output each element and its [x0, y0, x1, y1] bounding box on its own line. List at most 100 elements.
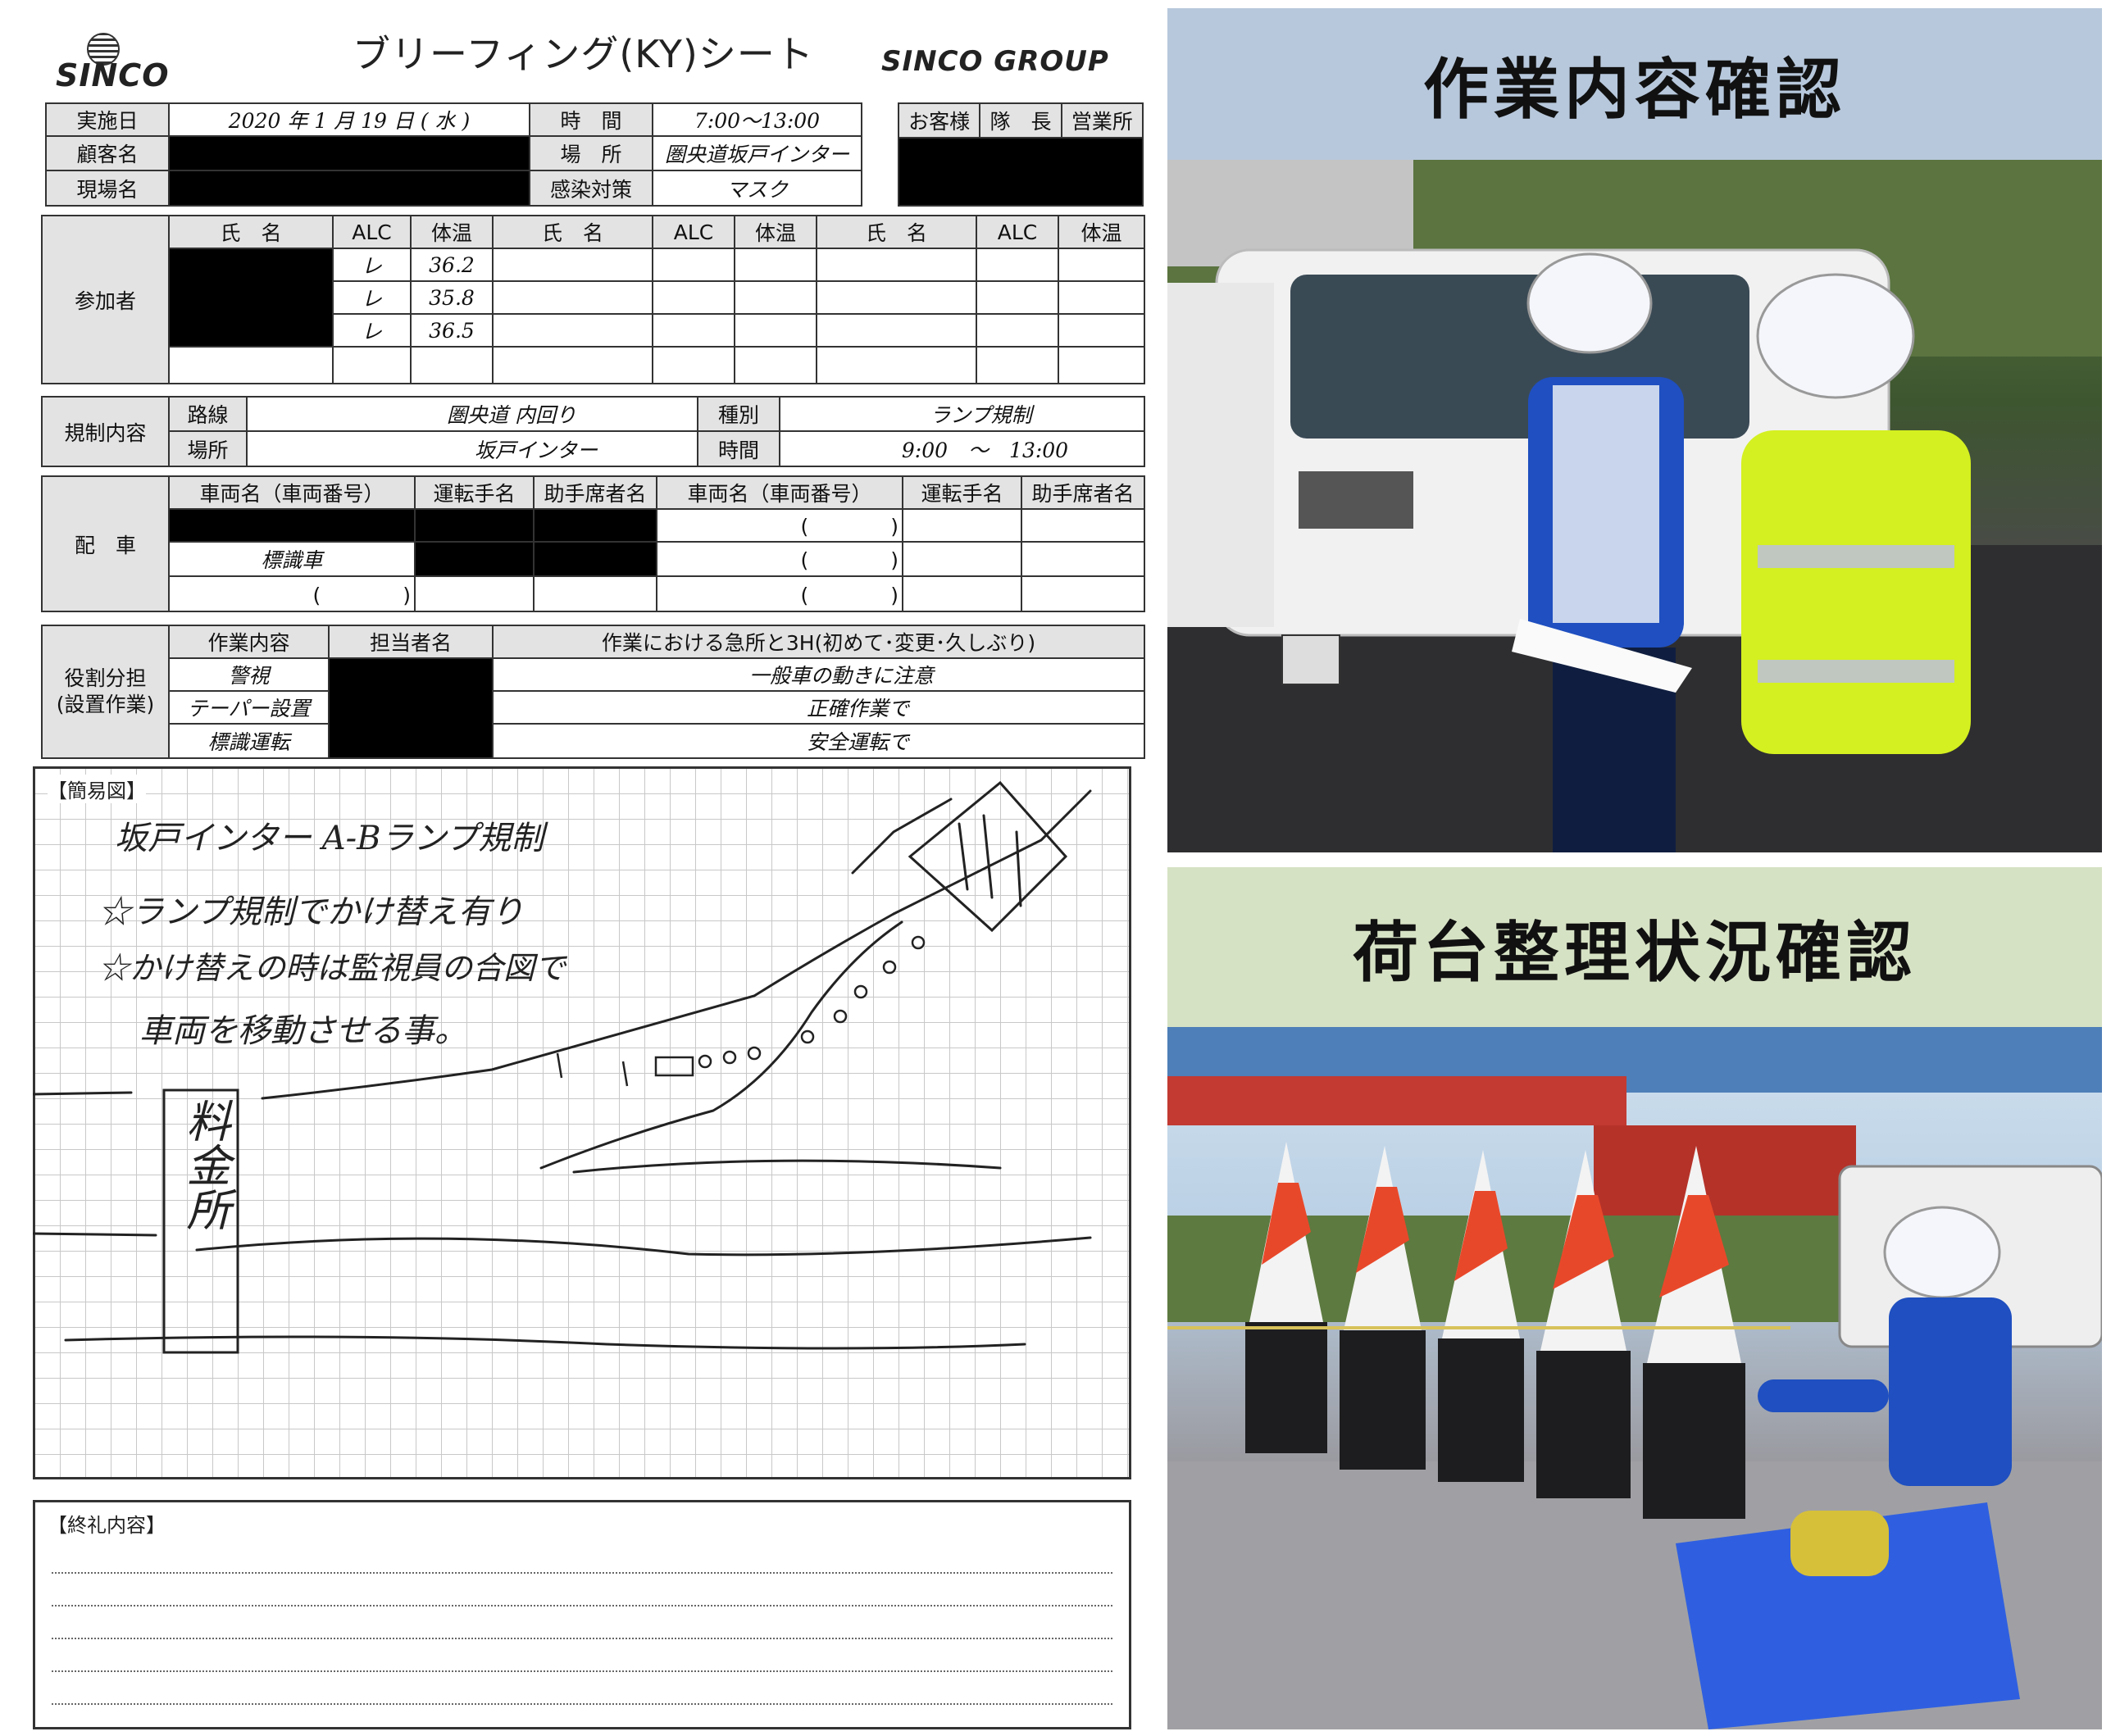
stamp-customer-label: お客様 [897, 102, 981, 139]
ky-sheet: SINCO ブリーフィング(KY)シート SINCO GROUP 実施日 202… [0, 0, 1164, 1736]
cone-mark [698, 1054, 712, 1069]
loading-check-title: 荷台整理状況確認 [1353, 914, 1917, 991]
road-line [64, 1335, 1026, 1350]
dotted-line [52, 1572, 1112, 1574]
date-value: 2020 年 1 月 19 日 ( 水 ) [168, 102, 530, 137]
worker-left-vest [1553, 385, 1659, 623]
site-redacted [168, 170, 530, 207]
alc-check: レ [332, 280, 412, 315]
date-label: 実施日 [45, 102, 170, 137]
arrow-mark [556, 1052, 629, 1087]
vehicle-paren: ( ) [656, 541, 903, 577]
vehicle-table: 配 車 車両名（車両番号） 運転手名 助手席者名 車両名（車両番号） 運転手名 … [41, 475, 1145, 612]
temp-value: 36.2 [410, 248, 494, 282]
rope [1167, 1326, 1790, 1329]
site-label: 現場名 [45, 170, 170, 207]
dotted-line [52, 1605, 1112, 1606]
col-assistant-1: 助手席者名 [533, 475, 657, 510]
point-item: 正確作業で [492, 690, 1145, 725]
closing-area: 【終礼内容】 [33, 1500, 1131, 1729]
regulation-place-value: 坂戸インター [246, 430, 698, 467]
ramp-hatch [958, 814, 1022, 907]
roles-table: 役割分担 (設置作業) 作業内容 担当者名 作業における急所と3H(初めて･変更… [41, 625, 1145, 759]
col-temp-3: 体温 [1058, 215, 1145, 249]
type-label: 種別 [697, 396, 780, 432]
vehicle-mark [654, 1056, 694, 1077]
vehicle-sign-car: 標識車 [168, 541, 416, 577]
point-item: 安全運転で [492, 723, 1145, 759]
worker-right-vest [1741, 430, 1971, 754]
regulation-place-label: 場所 [168, 430, 248, 467]
assistant-redacted [533, 508, 657, 543]
participants-label: 参加者 [41, 215, 170, 384]
closing-label: 【終礼内容】 [48, 1514, 166, 1537]
photo2-illustration [1167, 1027, 2102, 1729]
place-label: 場 所 [529, 135, 653, 171]
van-left [1167, 283, 1274, 627]
participant-names-redacted [168, 248, 334, 348]
col-vehicle-1: 車両名（車両番号） [168, 475, 416, 510]
point-item: 一般車の動きに注意 [492, 657, 1145, 692]
tollgate-label: 料金所 [172, 1098, 236, 1231]
dotted-line [52, 1703, 1112, 1705]
route-label: 路線 [168, 396, 248, 432]
roles-label-main: 役割分担 [64, 666, 147, 690]
aerial-lift-platform [1167, 1076, 1626, 1125]
vehicle-paren: ( ) [168, 575, 416, 612]
place-value: 圏央道坂戸インター [652, 135, 862, 171]
col-name-3: 氏 名 [816, 215, 977, 249]
road-line [195, 1236, 1092, 1257]
cone-mark [722, 1050, 737, 1065]
alc-check: レ [332, 313, 412, 348]
col-alc-2: ALC [652, 215, 735, 249]
cone-mark [800, 1029, 815, 1044]
work-confirmation-photo [1167, 160, 2102, 852]
sinco-group-logo: SINCO GROUP [881, 45, 1109, 78]
tollgate-char: 金 [179, 1143, 230, 1187]
traffic-cone [1245, 1142, 1327, 1453]
task-item: テーパー設置 [168, 690, 330, 725]
loading-check-photo [1167, 1027, 2102, 1729]
vehicle-label: 配 車 [41, 475, 170, 612]
col-alc-3: ALC [976, 215, 1059, 249]
helmet-right [1756, 273, 1915, 399]
reflective-stripe [1758, 545, 1954, 568]
stamp-leader-label: 隊 長 [979, 102, 1062, 139]
helmet-worker [1883, 1206, 2001, 1299]
infection-label: 感染対策 [529, 170, 653, 207]
temp-value: 36.5 [410, 313, 494, 348]
col-person: 担当者名 [328, 625, 494, 659]
tollgate-char: 料 [179, 1098, 230, 1143]
col-temp-1: 体温 [410, 215, 494, 249]
task-item: 警視 [168, 657, 330, 692]
col-alc-1: ALC [332, 215, 412, 249]
cone-mark [882, 960, 897, 975]
traffic-cone [1340, 1146, 1426, 1470]
ramp-line [539, 920, 903, 1170]
type-value: ランプ規制 [779, 396, 1145, 432]
reflective-stripe [1758, 660, 1954, 683]
temp-value: 35.8 [410, 280, 494, 315]
person-redacted [328, 657, 494, 759]
photo1-illustration [1167, 160, 2102, 852]
col-driver-1: 運転手名 [414, 475, 535, 510]
stamp-redacted [898, 137, 1144, 207]
sheet-title: ブリーフィング(KY)シート [353, 32, 814, 76]
worker-arm [1758, 1379, 1889, 1412]
road-line [572, 1159, 1002, 1174]
vehicle-paren: ( ) [656, 508, 903, 543]
cone-mark [833, 1009, 848, 1024]
roles-label: 役割分担 (設置作業) [41, 625, 170, 759]
sinco-logo: SINCO [56, 33, 169, 93]
work-confirmation-banner: 作業内容確認 [1167, 8, 2102, 160]
yellow-bag [1790, 1511, 1889, 1576]
vehicle-paren: ( ) [656, 575, 903, 612]
helmet-left [1526, 252, 1653, 354]
work-confirmation-title: 作業内容確認 [1423, 51, 1846, 128]
van-grill [1299, 471, 1413, 529]
task-item: 標識運転 [168, 723, 330, 759]
col-temp-2: 体温 [734, 215, 817, 249]
road-line [33, 1232, 157, 1237]
col-driver-2: 運転手名 [902, 475, 1022, 510]
customer-label: 顧客名 [45, 135, 170, 171]
